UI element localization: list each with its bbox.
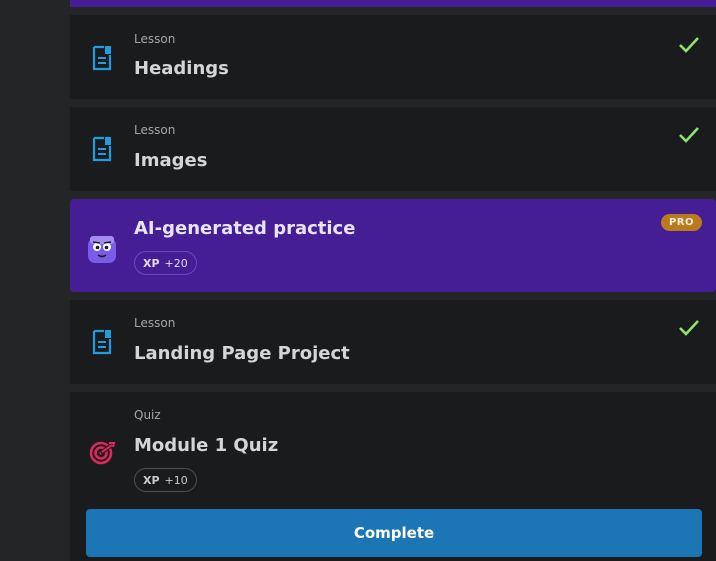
xp-label: XP [143,256,160,270]
xp-badge: XP +20 [134,251,197,275]
item-title: Landing Page Project [134,343,350,364]
lesson-item-landing-page-project[interactable]: Lesson Landing Page Project [70,300,716,384]
item-type-label: Lesson [134,316,176,330]
document-icon [88,135,116,163]
item-title: AI-generated practice [134,218,356,239]
item-type-label: Lesson [134,123,176,137]
xp-badge: XP +10 [134,468,197,492]
check-icon [678,36,700,54]
target-icon [88,438,116,466]
item-type-label: Lesson [134,32,176,46]
check-icon [678,126,700,144]
previous-item-strip[interactable] [70,0,716,7]
xp-label: XP [143,473,160,487]
lesson-item-images[interactable]: Lesson Images [70,107,716,191]
document-icon [88,328,116,356]
item-title: Headings [134,58,229,79]
check-icon [678,319,700,337]
lesson-item-headings[interactable]: Lesson Headings [70,15,716,99]
ai-practice-item[interactable]: AI-generated practice PRO XP +20 [70,199,716,292]
pro-badge: PRO [660,214,702,231]
xp-value: +10 [164,473,188,487]
document-icon [88,44,116,72]
item-title: Images [134,150,208,171]
course-module-page: Lesson Headings Lesson Images AI-generat… [0,0,716,561]
item-title: Module 1 Quiz [134,435,279,456]
item-type-label: Quiz [134,408,161,422]
ai-mascot-icon [85,232,119,266]
xp-value: +20 [164,256,188,270]
complete-button[interactable]: Complete [86,509,702,557]
